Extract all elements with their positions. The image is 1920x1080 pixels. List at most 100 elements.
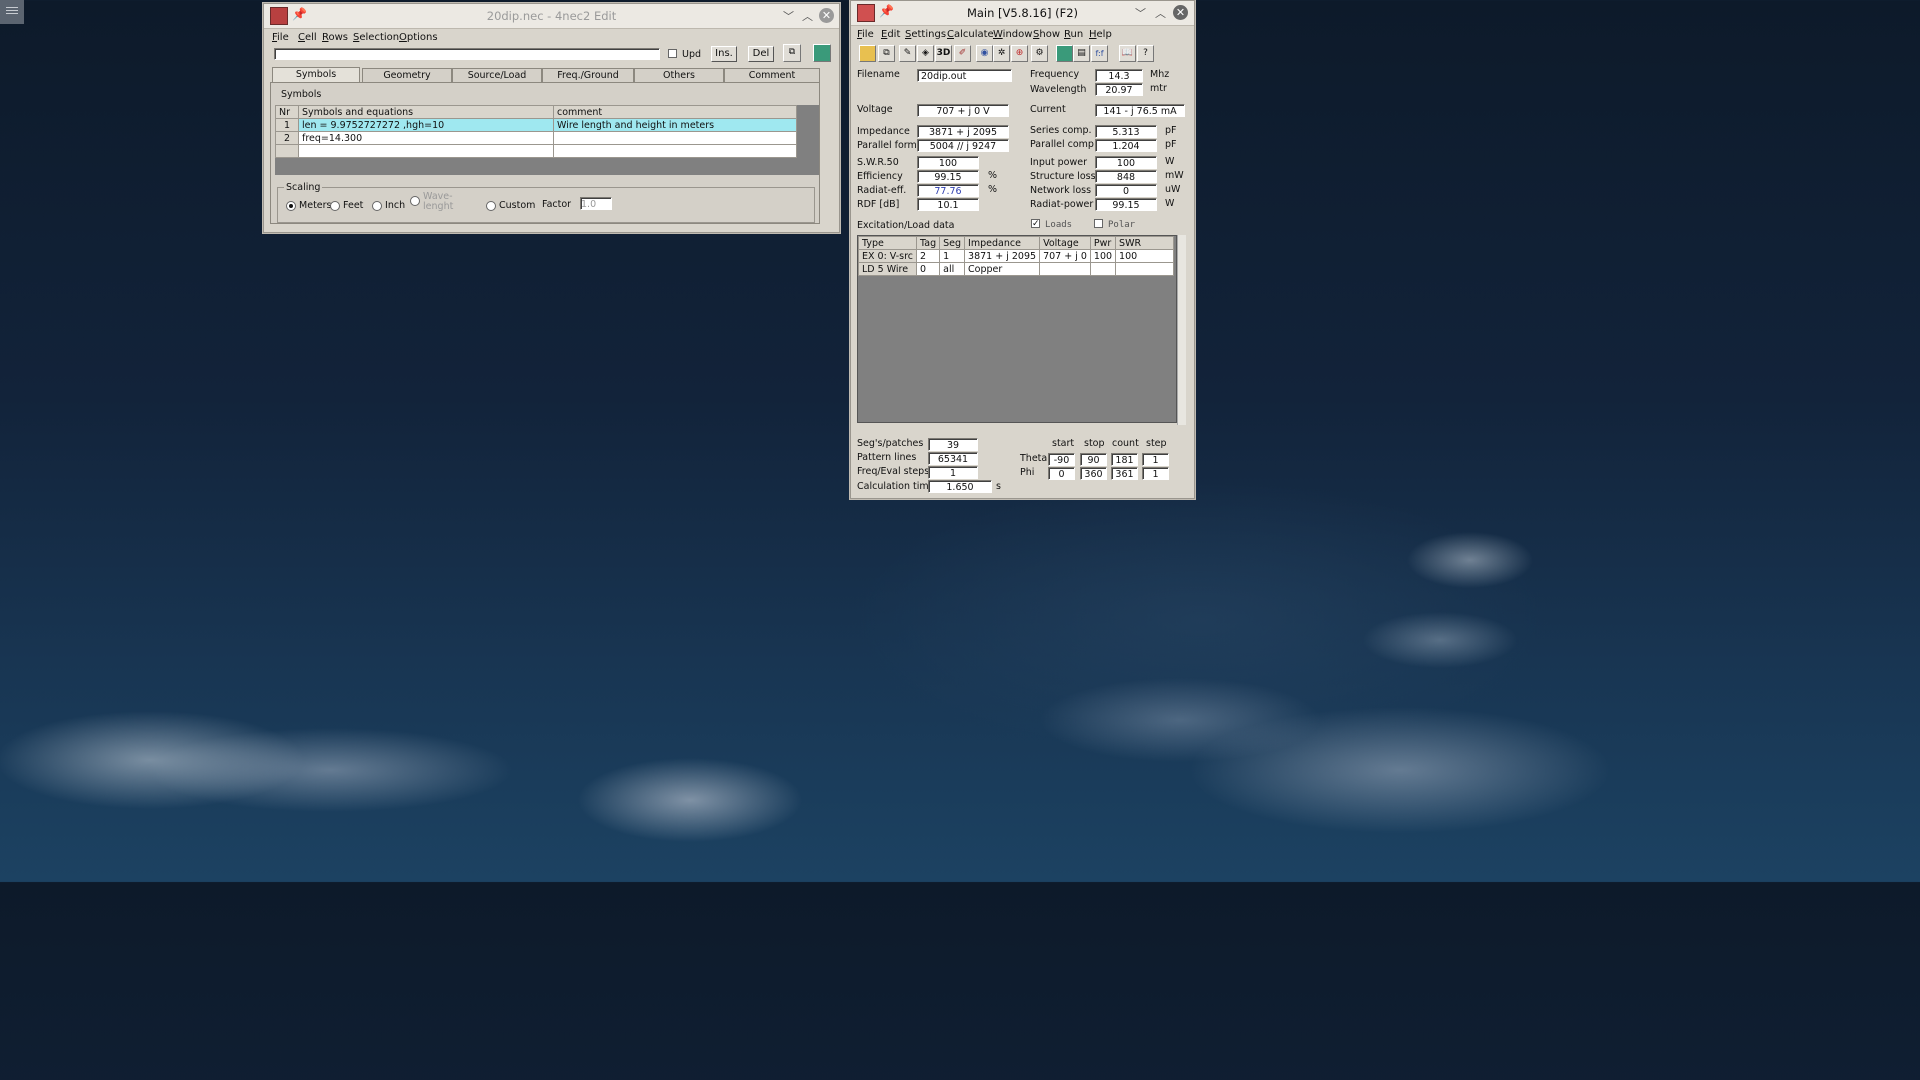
radio-meters[interactable]: Meters	[286, 200, 332, 211]
menu-show[interactable]: Show	[1033, 29, 1060, 40]
menu-cell[interactable]: Cell	[298, 32, 317, 43]
3d-icon[interactable]: 3D	[935, 45, 952, 62]
menu-edit[interactable]: Edit	[881, 29, 900, 40]
excitation-scrollbar[interactable]	[1177, 235, 1186, 425]
copy-icon[interactable]: ⧉	[783, 44, 801, 62]
tab-comment[interactable]: Comment	[724, 68, 820, 82]
symbol-cell[interactable]: len = 9.9752727272 ,hgh=10	[298, 118, 554, 132]
menu-options[interactable]: Options	[399, 32, 438, 43]
desktop-menu-button[interactable]	[0, 0, 24, 24]
phi-start[interactable]: 0	[1048, 467, 1075, 480]
menu-selection[interactable]: Selection	[353, 32, 399, 43]
menu-calculate[interactable]: Calculate	[947, 29, 994, 40]
polar-icon[interactable]: ⊕	[1011, 45, 1028, 62]
theta-stop[interactable]: 90	[1080, 453, 1107, 466]
menu-rows[interactable]: Rows	[322, 32, 348, 43]
parallel-form-field[interactable]: 5004 // j 9247	[917, 139, 1009, 152]
col-impedance: Impedance	[964, 236, 1041, 250]
table-row[interactable]: 1 len = 9.9752727272 ,hgh=10 Wire length…	[275, 118, 797, 132]
theta-step[interactable]: 1	[1142, 453, 1169, 466]
phi-step[interactable]: 1	[1142, 467, 1169, 480]
geometry-icon[interactable]: ◈	[917, 45, 934, 62]
formula-input[interactable]	[274, 48, 660, 60]
upd-checkbox[interactable]	[668, 49, 677, 58]
impedance-field[interactable]: 3871 + j 2095	[917, 125, 1009, 138]
table-row[interactable]	[275, 144, 797, 158]
close-icon[interactable]: ✕	[1173, 5, 1188, 20]
table-row[interactable]: LD 5 Wire 0 all Copper	[857, 262, 1174, 276]
edit-titlebar[interactable]: 📌 20dip.nec - 4nec2 Edit ﹀ ︿ ✕	[264, 4, 839, 29]
radiat-eff-field[interactable]: 77.76	[917, 184, 979, 197]
ins-button[interactable]: Ins.	[711, 46, 737, 62]
current-field[interactable]: 141 - j 76.5 mA	[1095, 104, 1185, 117]
calc-time-field[interactable]: 1.650	[928, 480, 992, 493]
factor-input[interactable]: 1.0	[580, 197, 612, 210]
menu-file[interactable]: File	[857, 29, 874, 40]
wavelength-field[interactable]: 20.97	[1095, 83, 1143, 96]
optimizer-icon[interactable]: ⚙	[1031, 45, 1048, 62]
calculator-icon[interactable]	[1056, 45, 1073, 62]
rdf-field[interactable]: 10.1	[917, 198, 979, 211]
tab-geometry[interactable]: Geometry	[362, 68, 452, 82]
help-icon[interactable]: ?	[1137, 45, 1154, 62]
input-power-field[interactable]: 100	[1095, 156, 1157, 169]
near-field-icon[interactable]: ✲	[993, 45, 1010, 62]
sweep-icon[interactable]: ▤	[1073, 45, 1090, 62]
filename-field[interactable]: 20dip.out	[917, 69, 1012, 82]
menu-run[interactable]: Run	[1064, 29, 1083, 40]
tab-freq-ground[interactable]: Freq./Ground	[542, 68, 634, 82]
edit-pencil-icon[interactable]: ✐	[954, 45, 971, 62]
maximize-icon[interactable]: ︿	[802, 8, 813, 24]
radio-feet[interactable]: Feet	[330, 200, 363, 211]
loads-checkbox[interactable]: ✓	[1031, 219, 1040, 229]
radiat-power-field[interactable]: 99.15	[1095, 198, 1157, 211]
phi-count[interactable]: 361	[1111, 467, 1138, 480]
frequency-field[interactable]: 14.3	[1095, 69, 1143, 82]
radio-custom[interactable]: Custom	[486, 200, 535, 211]
section-label: Symbols	[281, 89, 322, 100]
symbol-cell[interactable]: freq=14.300	[298, 131, 554, 145]
polar-checkbox[interactable]	[1094, 219, 1103, 228]
del-button[interactable]: Del	[748, 46, 774, 62]
menu-settings[interactable]: Settings	[905, 29, 946, 40]
table-row[interactable]: EX 0: V-src 2 1 3871 + j 2095 707 + j 0 …	[857, 249, 1174, 263]
segs-field[interactable]: 39	[928, 438, 978, 451]
table-row[interactable]: 2 freq=14.300	[275, 131, 797, 145]
voltage-field[interactable]: 707 + j 0 V	[917, 104, 1009, 117]
series-comp-label: Series comp.	[1030, 125, 1092, 136]
phi-stop[interactable]: 360	[1080, 467, 1107, 480]
freq-steps-field[interactable]: 1	[928, 466, 978, 479]
copy-icon[interactable]: ⧉	[878, 45, 895, 62]
parallel-comp-field[interactable]: 1.204	[1095, 139, 1157, 152]
menu-file[interactable]: File	[272, 32, 289, 43]
swr-field[interactable]: 100	[917, 156, 979, 169]
efficiency-field[interactable]: 99.15	[917, 170, 979, 183]
theta-count[interactable]: 181	[1111, 453, 1138, 466]
minimize-icon[interactable]: ﹀	[783, 8, 794, 24]
radio-inch[interactable]: Inch	[372, 200, 405, 211]
open-folder-icon[interactable]	[859, 45, 876, 62]
radio-wavelength[interactable]: Wave- lenght	[410, 192, 453, 212]
pattern-icon[interactable]: ◉	[976, 45, 993, 62]
col-type: Type	[857, 236, 918, 250]
menu-help[interactable]: Help	[1089, 29, 1112, 40]
menu-window[interactable]: Window	[993, 29, 1032, 40]
tab-symbols[interactable]: Symbols	[272, 67, 360, 83]
theta-start[interactable]: -90	[1048, 453, 1075, 466]
series-comp-field[interactable]: 5.313	[1095, 125, 1157, 138]
tab-source-load[interactable]: Source/Load	[452, 68, 542, 82]
edit-icon[interactable]: ✎	[899, 45, 916, 62]
pattern-lines-field[interactable]: 65341	[928, 452, 978, 465]
comment-cell[interactable]	[553, 131, 797, 145]
frequency-icon[interactable]: f:f	[1091, 45, 1108, 62]
book-icon[interactable]: 📖	[1119, 45, 1136, 62]
structure-loss-field[interactable]: 848	[1095, 170, 1157, 183]
minimize-icon[interactable]: ﹀	[1135, 5, 1146, 21]
close-icon[interactable]: ✕	[819, 8, 834, 23]
comment-cell[interactable]: Wire length and height in meters	[553, 118, 797, 132]
maximize-icon[interactable]: ︿	[1155, 5, 1166, 21]
tab-others[interactable]: Others	[634, 68, 724, 82]
main-titlebar[interactable]: 📌 Main [V5.8.16] (F2) ﹀ ︿ ✕	[851, 1, 1194, 26]
calculator-icon[interactable]	[813, 44, 831, 62]
network-loss-field[interactable]: 0	[1095, 184, 1157, 197]
